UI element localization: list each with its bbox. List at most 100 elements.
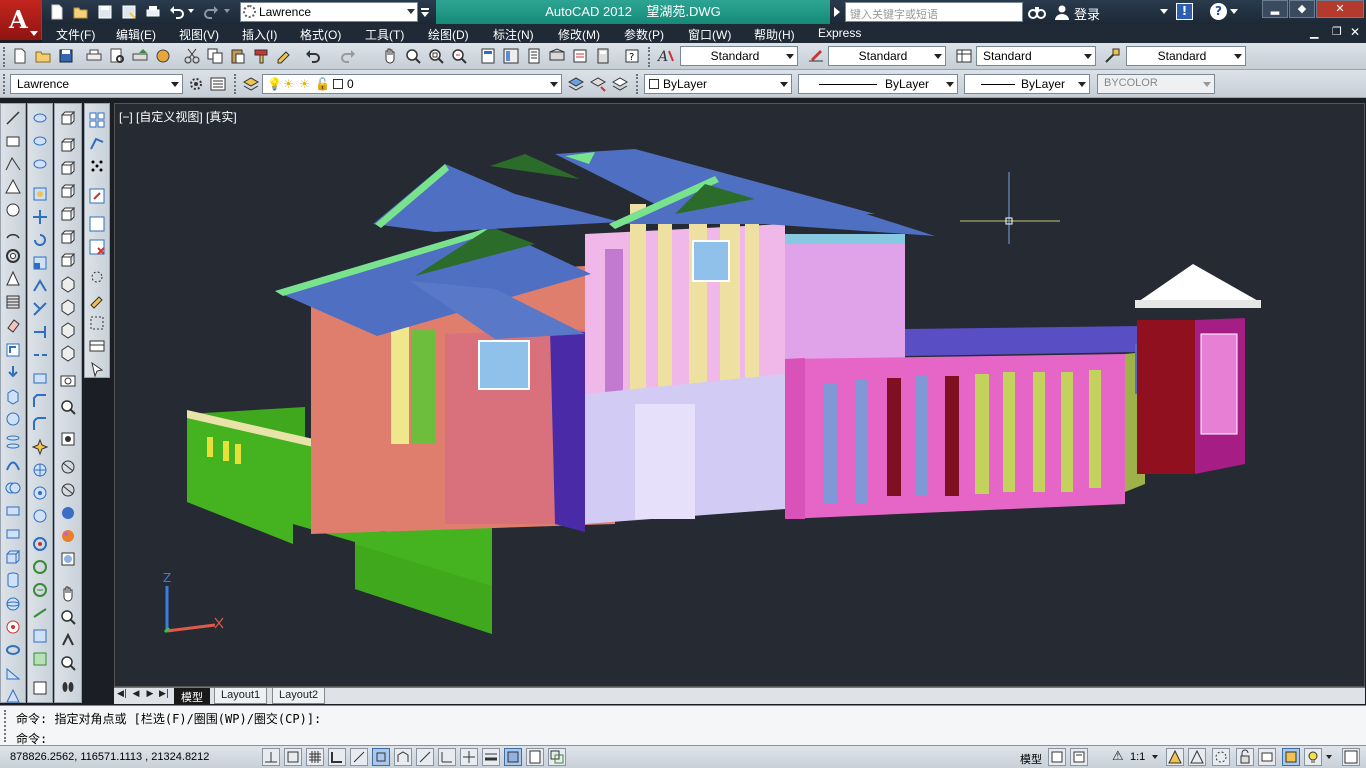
chamfer-icon[interactable] [30, 391, 50, 411]
save-as-icon[interactable] [120, 3, 138, 20]
cylinder-icon[interactable] [3, 570, 23, 590]
donut-icon[interactable] [3, 246, 23, 266]
auto-scale-icon[interactable] [1188, 748, 1206, 766]
sphere-icon[interactable] [3, 594, 23, 614]
layer-properties-icon[interactable] [208, 74, 228, 94]
new-file-icon[interactable] [48, 3, 66, 20]
next-tab-arrow[interactable]: ▶ [144, 689, 156, 703]
redo-dropdown-icon[interactable] [224, 9, 230, 13]
visual-style-wireframe-icon[interactable] [58, 457, 78, 477]
polyline-icon[interactable] [3, 154, 23, 174]
make-current-layer-icon[interactable] [566, 74, 586, 94]
block-editor-icon[interactable] [274, 46, 294, 66]
visual-style-realistic-icon[interactable] [58, 503, 78, 523]
tab-layout2[interactable]: Layout2 [272, 688, 326, 704]
properties-icon[interactable] [478, 46, 498, 66]
grid-dots-icon[interactable] [87, 156, 107, 176]
connect-icon[interactable] [87, 133, 107, 153]
menu-help[interactable]: 帮助(H) [754, 26, 795, 43]
walk-icon[interactable] [58, 676, 78, 696]
extrude-icon[interactable] [3, 386, 23, 406]
3d-swivel-icon[interactable] [30, 626, 50, 646]
intersect-icon[interactable] [3, 524, 23, 544]
scale-icon[interactable] [30, 253, 50, 273]
layer-manager-icon[interactable] [241, 74, 261, 94]
3d-free-orbit-icon[interactable] [30, 557, 50, 577]
menu-window[interactable]: 窗口(W) [688, 26, 731, 43]
tool-palettes-icon[interactable] [524, 46, 544, 66]
wedge-icon[interactable] [3, 663, 23, 683]
restore-button[interactable]: ◆ [1289, 0, 1315, 18]
workspace-settings-icon[interactable] [186, 74, 206, 94]
camera-icon[interactable] [58, 370, 78, 390]
selection-cycling-icon[interactable] [548, 748, 566, 766]
search-expand-icon[interactable] [832, 4, 842, 20]
table-icon[interactable] [87, 336, 107, 356]
menu-express[interactable]: Express [818, 26, 861, 40]
cylinder-solid-icon[interactable] [58, 204, 78, 224]
annotation-visibility-icon[interactable] [1166, 748, 1184, 766]
exchange-icon[interactable]: ! [1176, 3, 1193, 20]
isolate-objects-icon[interactable] [1282, 748, 1300, 766]
menu-format[interactable]: 格式(O) [300, 26, 341, 43]
match-properties-icon[interactable] [251, 46, 271, 66]
sun-icon[interactable]: ☀ [283, 77, 294, 91]
sheet-set-icon[interactable] [547, 46, 567, 66]
help-icon[interactable]: ? [622, 46, 642, 66]
search-input[interactable]: 键入关键字或短语 [845, 2, 1023, 22]
visual-styles-manager-icon[interactable] [58, 549, 78, 569]
ucs-origin-icon[interactable] [30, 483, 50, 503]
layer-previous-icon[interactable] [588, 74, 608, 94]
hatch-icon[interactable] [3, 292, 23, 312]
menu-insert[interactable]: 插入(I) [242, 26, 277, 43]
open-file-icon[interactable] [72, 3, 90, 20]
plot-icon[interactable] [144, 3, 162, 20]
sun-vp-icon[interactable]: ☀ [299, 77, 310, 91]
copy-icon[interactable] [205, 46, 225, 66]
color-combo[interactable]: ByLayer [644, 74, 792, 94]
status-menu-arrow[interactable] [1326, 755, 1332, 759]
cone-icon[interactable] [3, 269, 23, 289]
sign-in-link[interactable]: 登录 [1074, 4, 1100, 23]
sphere-solid-icon[interactable] [58, 181, 78, 201]
paste-icon[interactable] [228, 46, 248, 66]
explode-icon[interactable] [30, 437, 50, 457]
visual-style-conceptual-icon[interactable] [58, 526, 78, 546]
command-input[interactable]: 命令: [16, 730, 1356, 746]
mirror-icon[interactable] [30, 154, 50, 174]
insert-block-icon[interactable] [3, 363, 23, 383]
block-define-icon[interactable] [87, 214, 107, 234]
grid-display-icon[interactable] [306, 748, 324, 766]
menu-draw[interactable]: 绘图(D) [428, 26, 469, 43]
pan-realtime-icon[interactable] [58, 584, 78, 604]
box-icon[interactable] [58, 108, 78, 128]
table-style-combo[interactable]: Standard [976, 46, 1096, 66]
lock-ui-icon[interactable] [1236, 748, 1254, 766]
attribute-edit-icon[interactable] [87, 186, 107, 206]
box-solid-icon[interactable] [3, 547, 23, 567]
open-icon[interactable] [33, 46, 53, 66]
lightbulb-icon[interactable]: 💡 [267, 77, 282, 91]
dimension-style-combo[interactable]: Standard [828, 46, 946, 66]
3d-object-snap-icon[interactable] [394, 748, 412, 766]
tab-layout1[interactable]: Layout1 [214, 688, 268, 704]
quick-view-layouts-icon[interactable] [1048, 748, 1066, 766]
table-style-icon[interactable] [954, 46, 974, 66]
layer-combo[interactable]: 💡 ☀ ☀ 🔓 0 [262, 74, 562, 94]
infer-constraints-icon[interactable] [262, 748, 280, 766]
object-snap-icon[interactable] [372, 748, 390, 766]
zoom-extents-icon[interactable] [58, 397, 78, 417]
clean-screen-icon[interactable] [1342, 748, 1360, 766]
plot-preview-icon[interactable] [107, 46, 127, 66]
polygon-icon[interactable] [3, 177, 23, 197]
application-menu-button[interactable]: A [0, 0, 42, 40]
3d-walk-icon[interactable] [30, 649, 50, 669]
drawing-viewport[interactable]: [−] [自定义视图] [真实] Z [114, 103, 1365, 687]
snap-mode-icon[interactable] [284, 748, 302, 766]
quickcalc-icon[interactable] [593, 46, 613, 66]
torus-solid-icon[interactable] [58, 227, 78, 247]
fillet-icon[interactable] [30, 414, 50, 434]
visual-style-hidden-icon[interactable] [58, 480, 78, 500]
break-icon[interactable] [30, 345, 50, 365]
doc-restore-button[interactable]: ❐ [1332, 25, 1342, 38]
